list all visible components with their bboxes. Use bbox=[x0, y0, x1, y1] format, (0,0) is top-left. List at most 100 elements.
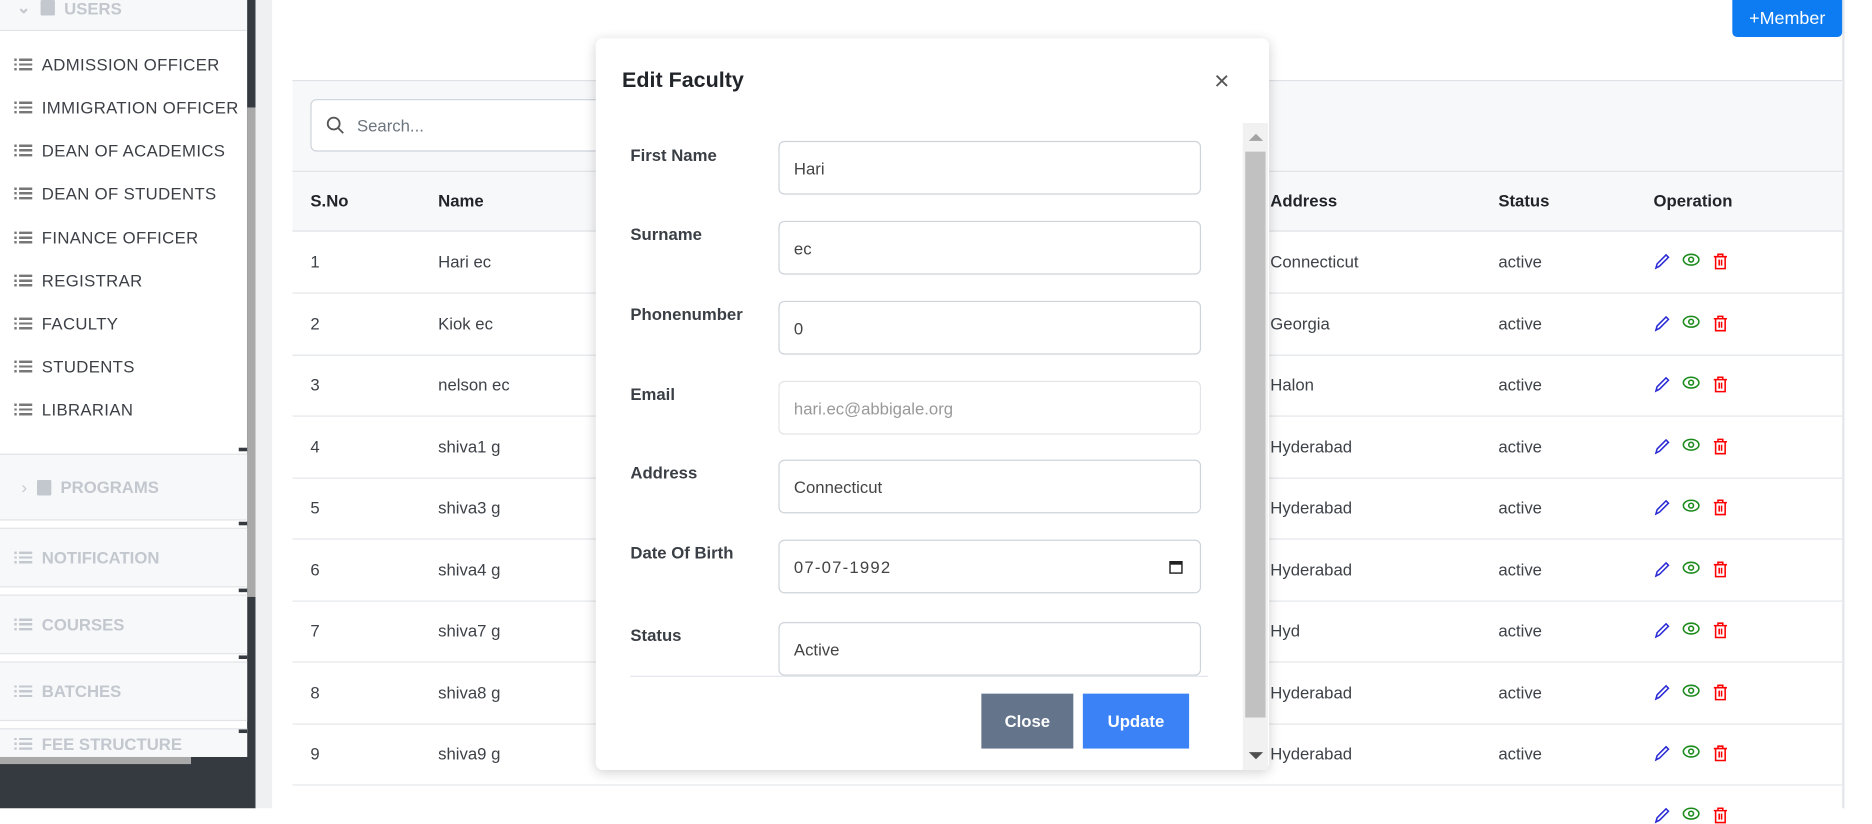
sidebar-item[interactable]: DEAN OF STUDENTS bbox=[14, 184, 216, 203]
dob-value: 07-07-1992 bbox=[793, 556, 892, 577]
sidebar-item[interactable]: FACULTY bbox=[14, 314, 118, 333]
view-icon[interactable] bbox=[1682, 375, 1700, 389]
edit-icon[interactable] bbox=[1654, 744, 1671, 762]
copy-icon bbox=[40, 0, 55, 16]
delete-icon[interactable] bbox=[1712, 314, 1729, 332]
email-input[interactable]: hari.ec@abbigale.org bbox=[778, 380, 1202, 435]
sidebar-item[interactable]: FINANCE OFFICER bbox=[14, 228, 198, 247]
cell-status: active bbox=[1498, 436, 1542, 456]
sidebar-section-batches[interactable]: BATCHES bbox=[0, 655, 248, 722]
view-icon[interactable] bbox=[1682, 683, 1700, 697]
edit-icon[interactable] bbox=[1654, 498, 1671, 516]
address-label: Address bbox=[630, 463, 698, 483]
edit-icon[interactable] bbox=[1654, 621, 1671, 639]
scroll-up-arrow-icon[interactable] bbox=[1248, 133, 1264, 141]
sidebar-item[interactable]: REGISTRAR bbox=[14, 271, 142, 290]
delete-icon[interactable] bbox=[1712, 683, 1729, 701]
row-operations bbox=[1654, 498, 1729, 516]
view-icon[interactable] bbox=[1682, 744, 1700, 758]
view-icon[interactable] bbox=[1682, 314, 1700, 328]
horizontal-scrollbar[interactable] bbox=[0, 756, 192, 765]
sidebar-section-programs[interactable]: › PROGRAMS bbox=[0, 447, 248, 521]
list-icon bbox=[14, 187, 33, 200]
list-icon bbox=[14, 144, 33, 157]
delete-icon[interactable] bbox=[1712, 560, 1729, 578]
add-member-button[interactable]: +Member bbox=[1732, 0, 1843, 38]
cell-name: shiva7 g bbox=[438, 620, 501, 640]
address-input[interactable]: Connecticut bbox=[778, 459, 1202, 514]
view-icon[interactable] bbox=[1682, 498, 1700, 512]
status-input[interactable]: Active bbox=[778, 622, 1202, 676]
cell-name: shiva8 g bbox=[438, 682, 501, 702]
list-icon bbox=[14, 58, 33, 71]
cell-address: Hyderabad bbox=[1270, 682, 1353, 702]
sidebar-item[interactable]: STUDENTS bbox=[14, 357, 134, 376]
delete-icon[interactable] bbox=[1712, 253, 1729, 271]
close-icon[interactable]: × bbox=[1214, 67, 1229, 94]
edit-icon[interactable] bbox=[1654, 806, 1671, 824]
delete-icon[interactable] bbox=[1712, 621, 1729, 639]
edit-icon[interactable] bbox=[1654, 560, 1671, 578]
search-icon bbox=[326, 116, 344, 134]
view-icon[interactable] bbox=[1682, 806, 1700, 820]
cell-sno: 8 bbox=[310, 682, 320, 702]
delete-icon[interactable] bbox=[1712, 806, 1729, 824]
section-label: PROGRAMS bbox=[60, 477, 159, 497]
cell-address: Halon bbox=[1270, 374, 1314, 394]
view-icon[interactable] bbox=[1682, 621, 1700, 635]
row-divider bbox=[292, 784, 1843, 786]
list-icon bbox=[14, 685, 33, 698]
edit-icon[interactable] bbox=[1654, 683, 1671, 701]
first-name-input[interactable]: Hari bbox=[778, 140, 1202, 195]
row-operations bbox=[1654, 375, 1729, 393]
surname-input[interactable]: ec bbox=[778, 220, 1202, 275]
cell-sno: 4 bbox=[310, 436, 320, 456]
cell-sno: 9 bbox=[310, 743, 320, 763]
cell-sno: 3 bbox=[310, 374, 320, 394]
view-icon[interactable] bbox=[1682, 437, 1700, 451]
row-operations bbox=[1654, 437, 1729, 455]
edit-icon[interactable] bbox=[1654, 314, 1671, 332]
search-input[interactable]: Search... bbox=[310, 99, 621, 152]
section-label: NOTIFICATION bbox=[41, 547, 160, 568]
modal-scrollbar-thumb[interactable] bbox=[1245, 151, 1266, 718]
dob-label: Date Of Birth bbox=[630, 543, 734, 563]
sidebar-section-users[interactable]: ⌄ USERS bbox=[0, 0, 248, 32]
delete-icon[interactable] bbox=[1712, 375, 1729, 393]
cell-status: active bbox=[1498, 313, 1542, 333]
email-label: Email bbox=[630, 384, 675, 404]
sidebar-section-notification[interactable]: NOTIFICATION bbox=[0, 521, 248, 588]
sidebar-section-fee-structure[interactable]: FEE STRUCTURE bbox=[0, 728, 248, 757]
edit-icon[interactable] bbox=[1654, 253, 1671, 271]
sidebar-item[interactable]: DEAN OF ACADEMICS bbox=[14, 141, 225, 160]
dob-input[interactable]: 07-07-1992 bbox=[778, 539, 1202, 594]
view-icon[interactable] bbox=[1682, 253, 1700, 267]
copy-icon bbox=[36, 479, 51, 495]
sidebar-section-courses[interactable]: COURSES bbox=[0, 588, 248, 655]
sidebar-item[interactable]: IMMIGRATION OFFICER bbox=[14, 98, 238, 117]
view-icon[interactable] bbox=[1682, 560, 1700, 574]
update-button[interactable]: Update bbox=[1082, 693, 1190, 749]
sidebar-scrollbar[interactable] bbox=[247, 107, 256, 597]
delete-icon[interactable] bbox=[1712, 498, 1729, 516]
sidebar-item-label: FACULTY bbox=[41, 313, 119, 334]
sidebar-item[interactable]: LIBRARIAN bbox=[14, 400, 133, 419]
scroll-down-arrow-icon[interactable] bbox=[1248, 752, 1264, 760]
sidebar-item[interactable]: ADMISSION OFFICER bbox=[14, 55, 219, 74]
close-button[interactable]: Close bbox=[981, 693, 1074, 749]
sidebar-item-label: STUDENTS bbox=[41, 356, 135, 377]
list-icon bbox=[14, 737, 33, 750]
delete-icon[interactable] bbox=[1712, 744, 1729, 762]
cell-sno: 6 bbox=[310, 559, 320, 579]
column-header-status: Status bbox=[1498, 191, 1550, 211]
edit-icon[interactable] bbox=[1654, 375, 1671, 393]
sidebar-item-label: DEAN OF STUDENTS bbox=[41, 183, 217, 203]
cell-name: Kiok ec bbox=[438, 313, 493, 333]
delete-icon[interactable] bbox=[1712, 437, 1729, 455]
first-name-label: First Name bbox=[630, 145, 717, 165]
calendar-icon[interactable] bbox=[1169, 560, 1183, 574]
phone-input[interactable]: 0 bbox=[778, 300, 1202, 355]
cell-status: active bbox=[1498, 620, 1542, 640]
cell-status: active bbox=[1498, 251, 1542, 272]
edit-icon[interactable] bbox=[1654, 437, 1671, 455]
